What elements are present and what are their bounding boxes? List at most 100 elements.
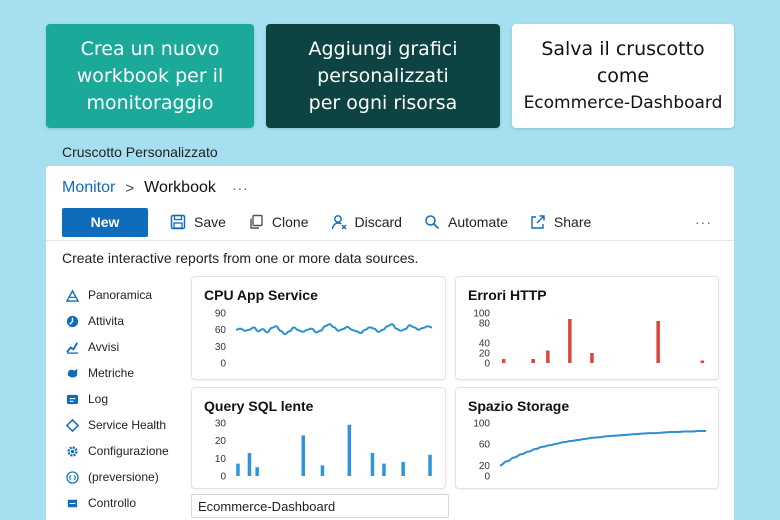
breadcrumb-current: Workbook bbox=[144, 179, 216, 196]
step-2-text: Aggiungi grafici personalizzati per ogni… bbox=[308, 37, 458, 114]
sidebar-item-label: Panoramica bbox=[88, 288, 153, 302]
intro-text: Create interactive reports from one or m… bbox=[62, 250, 419, 266]
log-icon bbox=[66, 393, 88, 406]
chart-sql-queries-svg: 30 20 10 0 bbox=[215, 419, 432, 483]
gear-icon bbox=[66, 445, 88, 458]
dashboard-name-field[interactable]: Ecommerce-Dashboard bbox=[191, 494, 449, 518]
bar bbox=[590, 353, 594, 363]
sidebar-item-panoramica[interactable]: Panoramica bbox=[66, 282, 196, 308]
chart-cpu-svg: 90 60 30 0 bbox=[215, 309, 433, 370]
sidebar-item-service-health[interactable]: Service Health bbox=[66, 412, 196, 438]
automate-icon bbox=[425, 215, 440, 230]
chart-panel-cpu[interactable]: CPU App Service 90 60 30 0 bbox=[191, 276, 446, 380]
sidebar-item-label: Avvisi bbox=[88, 340, 120, 354]
step-card-save-dashboard: Salva il cruscotto come Ecommerce-Dashbo… bbox=[512, 24, 734, 128]
sidebar-item-attivita[interactable]: Attivita bbox=[66, 308, 196, 334]
sidebar-item-label: Configurazione bbox=[88, 444, 169, 458]
sidebar-item-label: Log bbox=[88, 392, 109, 406]
bar bbox=[320, 465, 325, 476]
bar bbox=[370, 453, 375, 476]
bar bbox=[347, 424, 352, 476]
bar bbox=[428, 454, 432, 476]
bar bbox=[382, 463, 386, 476]
y-tick-label: 0 bbox=[220, 472, 226, 483]
save-button[interactable]: Save bbox=[170, 214, 226, 230]
sidebar-item-log[interactable]: Log bbox=[66, 386, 196, 412]
health-icon bbox=[66, 418, 88, 432]
chart-storage-svg: 100 60 200 bbox=[473, 419, 706, 483]
bar bbox=[401, 461, 405, 476]
bar bbox=[301, 435, 305, 476]
y-tick-label: 90 bbox=[215, 309, 227, 320]
chart-http-errors-svg: 1008040200 bbox=[473, 309, 705, 370]
preview-icon bbox=[66, 470, 88, 484]
step-1-text: Crea un nuovo workbook per il monitoragg… bbox=[76, 37, 224, 114]
section-caption: Cruscotto Personalizzato bbox=[62, 144, 218, 160]
step-3-line2: come bbox=[596, 64, 650, 87]
sidebar-item-label: Metriche bbox=[88, 366, 135, 380]
y-tick-label: 80 bbox=[479, 319, 491, 330]
bar bbox=[255, 467, 259, 476]
workbook-window: Monitor > Workbook ··· New Save Clone Di… bbox=[46, 166, 734, 520]
series-line bbox=[235, 323, 433, 336]
sidebar-item-avvisi[interactable]: Avvisi bbox=[66, 334, 196, 360]
y-tick-label: 30 bbox=[215, 419, 227, 430]
sidebar-nav: Panoramica Attivita Avvisi Metriche Log bbox=[66, 282, 196, 516]
discard-icon bbox=[331, 215, 347, 230]
sidebar-item-metriche[interactable]: Metriche bbox=[66, 360, 196, 386]
sidebar-item-controllo[interactable]: Controllo bbox=[66, 490, 196, 516]
activity-icon bbox=[66, 315, 88, 328]
sidebar-item-label: (preversione) bbox=[88, 470, 159, 484]
breadcrumb-more-icon[interactable]: ··· bbox=[232, 180, 249, 196]
save-icon bbox=[170, 214, 186, 230]
breadcrumb-separator: > bbox=[125, 179, 135, 197]
y-tick-label: 10 bbox=[215, 454, 227, 465]
chart-panel-storage[interactable]: Spazio Storage 100 60 20 0 bbox=[455, 387, 719, 489]
chart-icon bbox=[66, 288, 88, 302]
discard-button[interactable]: Discard bbox=[331, 214, 402, 230]
discard-label: Discard bbox=[354, 214, 402, 230]
step-card-create-workbook: Crea un nuovo workbook per il monitoragg… bbox=[46, 24, 254, 128]
y-tick-label: 0 bbox=[484, 359, 490, 370]
bar bbox=[568, 319, 572, 363]
bar bbox=[546, 350, 550, 363]
control-icon bbox=[66, 497, 88, 510]
bar bbox=[236, 463, 240, 476]
chart-panel-http-errors[interactable]: Errori HTTP 100 80 40 20 0 bbox=[455, 276, 719, 380]
y-tick-label: 0 bbox=[220, 359, 226, 370]
share-button[interactable]: Share bbox=[530, 214, 591, 230]
step-3-line3: Ecommerce-Dashboard bbox=[523, 92, 723, 113]
bar bbox=[531, 359, 535, 363]
bell-icon bbox=[66, 341, 88, 354]
step-3-line1: Salva il cruscotto bbox=[541, 37, 705, 60]
clone-label: Clone bbox=[271, 214, 309, 230]
sidebar-item-label: Attivita bbox=[88, 314, 125, 328]
bar bbox=[656, 321, 660, 363]
share-icon bbox=[531, 215, 545, 229]
clone-button[interactable]: Clone bbox=[248, 214, 309, 230]
breadcrumb-monitor-link[interactable]: Monitor bbox=[62, 179, 115, 197]
save-label: Save bbox=[194, 214, 226, 230]
sidebar-item-preversione[interactable]: (preversione) bbox=[66, 464, 196, 490]
breadcrumb: Monitor > Workbook ··· bbox=[62, 178, 249, 198]
y-tick-label: 20 bbox=[479, 461, 491, 472]
automate-button[interactable]: Automate bbox=[424, 214, 508, 230]
toolbar-more-icon[interactable]: ··· bbox=[695, 214, 712, 230]
sidebar-item-configurazione[interactable]: Configurazione bbox=[66, 438, 196, 464]
chart-panel-sql-queries[interactable]: Query SQL lente 30 20 10 0 bbox=[191, 387, 446, 489]
y-tick-label: 60 bbox=[215, 325, 227, 336]
y-tick-label: 100 bbox=[473, 419, 490, 430]
bar bbox=[247, 453, 252, 476]
new-button[interactable]: New bbox=[62, 207, 148, 237]
toolbar: New Save Clone Discard Automate Share ··… bbox=[62, 207, 718, 237]
toolbar-divider bbox=[46, 240, 734, 241]
metrics-icon bbox=[66, 367, 88, 380]
sidebar-item-label: Service Health bbox=[88, 418, 167, 432]
bar bbox=[501, 359, 506, 363]
sidebar-item-label: Controllo bbox=[88, 496, 137, 510]
clone-icon bbox=[250, 214, 263, 229]
y-tick-label: 20 bbox=[215, 436, 227, 447]
y-tick-label: 60 bbox=[479, 440, 491, 451]
y-tick-label: 30 bbox=[215, 342, 227, 353]
automate-label: Automate bbox=[447, 214, 508, 230]
